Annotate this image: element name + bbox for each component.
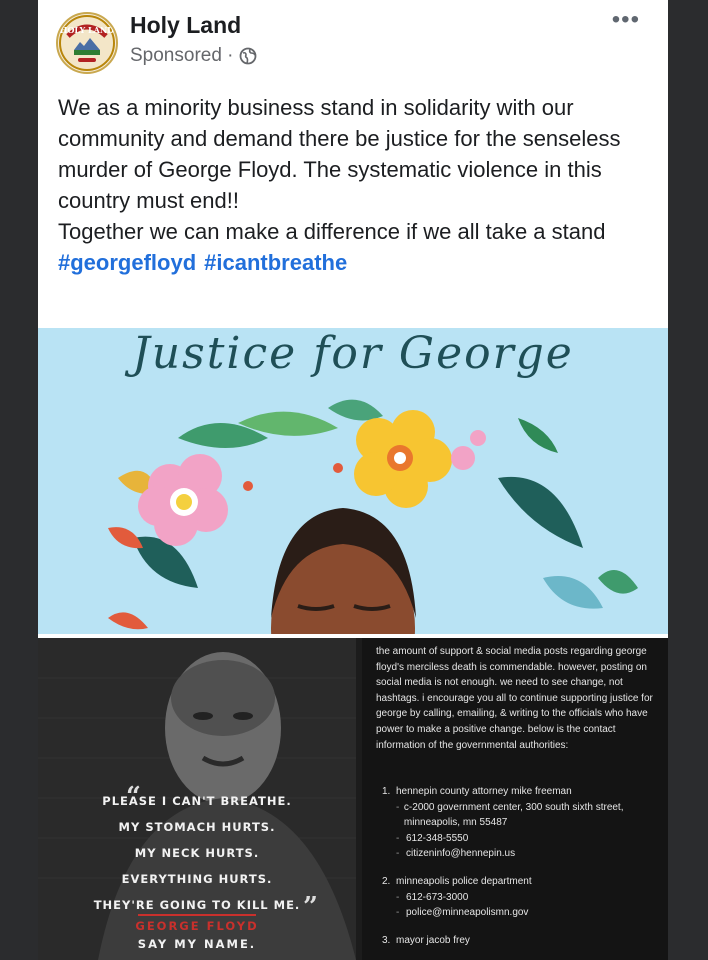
justice-illustration[interactable]: Justice for George xyxy=(38,328,668,634)
contact-detail: citizeninfo@hennepin.us xyxy=(406,848,516,860)
contact-info-panel: the amount of support & social media pos… xyxy=(362,638,668,960)
contact-number: 2. xyxy=(382,875,391,887)
george-floyd-photo-panel: “ PLEASE I CAN'T BREATHE. MY STOMACH HUR… xyxy=(38,638,356,960)
quote-line: MY STOMACH HURTS. xyxy=(118,820,276,834)
contact-number: 3. xyxy=(382,934,391,946)
info-graphic[interactable]: “ PLEASE I CAN'T BREATHE. MY STOMACH HUR… xyxy=(38,638,668,960)
divider xyxy=(138,914,256,916)
contact-detail: c-2000 government center, 300 south sixt… xyxy=(403,801,624,829)
intro-text: the amount of support & social media pos… xyxy=(376,646,653,751)
contact-title: minneapolis police department xyxy=(396,875,532,887)
quote-line: EVERYTHING HURTS. xyxy=(121,872,273,886)
tagline: SAY MY NAME. xyxy=(137,937,257,951)
hashtag-link[interactable]: #georgefloyd xyxy=(58,250,196,275)
holy-land-logo: HOLY LAND xyxy=(59,15,115,71)
flower-wreath-graphic xyxy=(108,399,638,634)
post-paragraph: We as a minority business stand in solid… xyxy=(58,95,621,213)
contact-detail: 612-348-5550 xyxy=(406,832,469,844)
sponsored-text: Sponsored · xyxy=(130,45,234,66)
globe-icon xyxy=(239,47,256,65)
logo-text: HOLY LAND xyxy=(60,25,114,35)
close-quote-icon: ” xyxy=(303,892,318,922)
contact-number: 1. xyxy=(382,786,391,797)
quote-author: GEORGE FLOYD xyxy=(135,919,259,933)
contact-title: mayor jacob frey xyxy=(396,934,470,946)
more-options-icon[interactable]: ••• xyxy=(612,6,640,34)
contact-item: 1. hennepin county attorney mike freeman … xyxy=(382,784,662,862)
page-avatar[interactable]: HOLY LAND xyxy=(56,12,118,74)
hashtag-link[interactable]: #icantbreathe xyxy=(204,250,347,275)
contact-title: hennepin county attorney mike freeman xyxy=(396,786,572,797)
contact-item: 3. mayor jacob frey xyxy=(382,933,662,949)
sponsored-label: Sponsored · xyxy=(130,45,257,67)
page-name[interactable]: Holy Land xyxy=(130,12,241,39)
hashtags: #georgefloyd #icantbreathe xyxy=(58,247,658,278)
quote-line: MY NECK HURTS. xyxy=(134,846,260,860)
contact-list: 1. hennepin county attorney mike freeman … xyxy=(382,784,662,960)
contact-detail: police@minneapolismn.gov xyxy=(406,907,529,919)
post-body: We as a minority business stand in solid… xyxy=(58,92,658,278)
post-paragraph: Together we can make a difference if we … xyxy=(58,219,606,244)
contact-item: 2. minneapolis police department -612-673… xyxy=(382,874,662,921)
quote-line: PLEASE I CAN'T BREATHE. xyxy=(102,794,292,808)
contact-detail: 612-673-3000 xyxy=(406,891,469,903)
post-header: HOLY LAND Holy Land Sponsored · ••• xyxy=(38,0,668,80)
sponsored-post-card: HOLY LAND Holy Land Sponsored · ••• We a… xyxy=(38,0,668,960)
